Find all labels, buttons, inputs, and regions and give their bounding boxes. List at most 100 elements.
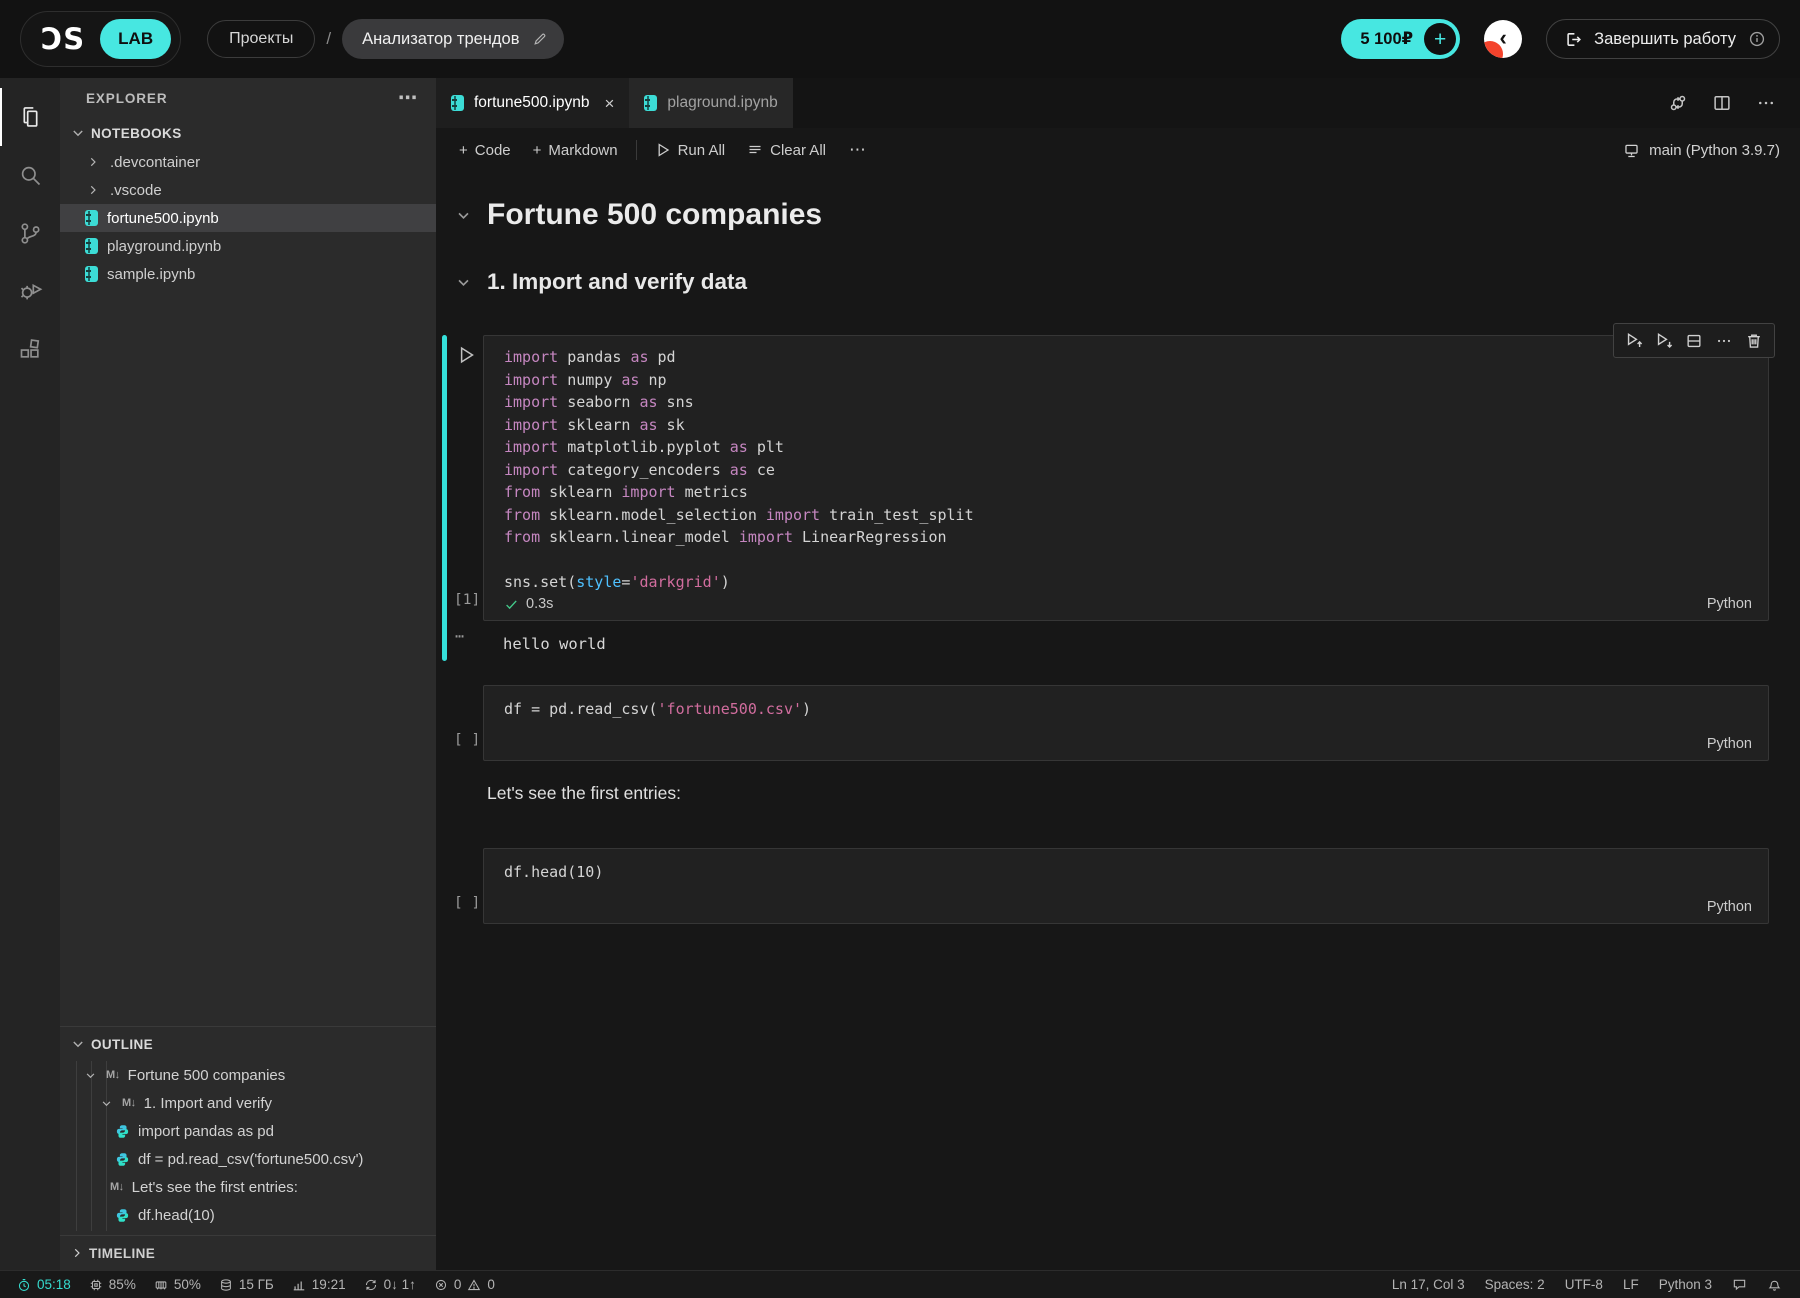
tab-plaground[interactable]: plaground.ipynb xyxy=(629,78,792,128)
outline-item-read-csv[interactable]: df = pd.read_csv('fortune500.csv') xyxy=(60,1145,436,1173)
markdown-heading-2: 1. Import and verify data xyxy=(483,268,1769,295)
cell-output: ⋯ hello world xyxy=(483,627,1769,661)
tab-fortune500[interactable]: fortune500.ipynb × xyxy=(436,78,629,128)
problems[interactable]: 0 0 xyxy=(425,1277,504,1292)
close-icon[interactable]: × xyxy=(604,95,614,112)
cell-status-row: Python xyxy=(504,733,1752,756)
collapse-chevron-icon[interactable] xyxy=(455,207,472,224)
avatar[interactable]: ‹ xyxy=(1484,20,1522,58)
language-mode[interactable]: Python 3 xyxy=(1649,1277,1722,1292)
cell-group-2: df = pd.read_csv('fortune500.csv') [ ] P… xyxy=(483,685,1769,761)
eol-sequence[interactable]: LF xyxy=(1613,1277,1649,1292)
activity-extensions[interactable] xyxy=(0,320,60,378)
chevron-right-icon xyxy=(85,155,101,169)
cell-language[interactable]: Python xyxy=(1707,733,1752,756)
section-notebooks[interactable]: NOTEBOOKS xyxy=(60,118,436,148)
outline-header[interactable]: OUTLINE xyxy=(60,1027,436,1061)
clear-all-label: Clear All xyxy=(770,142,826,159)
session-time-value: 05:18 xyxy=(37,1277,71,1292)
activity-run-debug[interactable] xyxy=(0,262,60,320)
run-all-button[interactable]: Run All xyxy=(644,136,737,165)
tree-item-label: sample.ipynb xyxy=(107,266,195,283)
cursor-position[interactable]: Ln 17, Col 3 xyxy=(1382,1277,1475,1292)
add-code-button[interactable]: + Code xyxy=(448,136,522,165)
outline-title: OUTLINE xyxy=(91,1037,153,1052)
split-editor-icon[interactable] xyxy=(1712,93,1732,113)
storage[interactable]: 15 ГБ xyxy=(210,1277,283,1292)
add-markdown-button[interactable]: + Markdown xyxy=(522,136,629,165)
sync-status[interactable]: 0↓ 1↑ xyxy=(355,1277,425,1292)
outline-item-fortune500[interactable]: M↓ Fortune 500 companies xyxy=(60,1061,436,1089)
activity-source-control[interactable] xyxy=(0,204,60,262)
status-bar: 05:18 85% 50% 15 ГБ 19:21 0↓ 1↑ 0 0 Ln 1… xyxy=(0,1270,1800,1298)
breadcrumb-separator: / xyxy=(326,29,331,49)
kernel-picker[interactable]: main (Python 3.9.7) xyxy=(1623,142,1800,159)
output-gutter-dots[interactable]: ⋯ xyxy=(455,627,465,645)
cell-language[interactable]: Python xyxy=(1707,896,1752,919)
split-cell-icon[interactable] xyxy=(1679,326,1709,355)
encoding[interactable]: UTF-8 xyxy=(1555,1277,1613,1292)
cpu-usage[interactable]: 85% xyxy=(80,1277,145,1292)
success-check-icon xyxy=(504,597,519,612)
timeline-header[interactable]: TIMELINE xyxy=(60,1235,436,1270)
tree-item-vscode[interactable]: .vscode xyxy=(60,176,436,204)
code-cell-1[interactable]: import pandas as pdimport numpy as npimp… xyxy=(483,335,1769,621)
plus-icon: + xyxy=(533,142,542,159)
add-funds-button[interactable]: + xyxy=(1424,23,1456,55)
toolbar-more-button[interactable]: ⋯ xyxy=(837,139,879,161)
more-actions-icon[interactable] xyxy=(1756,93,1776,113)
balance-pill[interactable]: 5 100₽ + xyxy=(1341,19,1460,59)
run-all-icon xyxy=(655,142,671,158)
clear-all-button[interactable]: Clear All xyxy=(736,136,837,165)
tree-item-playground[interactable]: playground.ipynb xyxy=(60,232,436,260)
end-session-button[interactable]: Завершить работу xyxy=(1546,19,1780,59)
tree-item-sample[interactable]: sample.ipynb xyxy=(60,260,436,288)
activity-explorer[interactable] xyxy=(0,88,60,146)
tree-item-devcontainer[interactable]: .devcontainer xyxy=(60,148,436,176)
run-cell-icon[interactable] xyxy=(456,345,476,365)
projects-button[interactable]: Проекты xyxy=(207,20,315,58)
activity-search[interactable] xyxy=(0,146,60,204)
collapse-chevron-icon[interactable] xyxy=(455,274,472,291)
balance-amount: 5 100₽ xyxy=(1360,29,1413,49)
markdown-symbol-icon: M↓ xyxy=(106,1069,120,1081)
edit-pencil-icon[interactable] xyxy=(532,31,548,47)
run-below-icon[interactable] xyxy=(1649,326,1679,355)
outline-item-import-pandas[interactable]: import pandas as pd xyxy=(60,1117,436,1145)
usage-chart[interactable]: 19:21 xyxy=(283,1277,355,1292)
run-above-icon[interactable] xyxy=(1619,326,1649,355)
cell-language[interactable]: Python xyxy=(1707,593,1752,616)
memory-usage[interactable]: 50% xyxy=(145,1277,210,1292)
notifications-bell-icon[interactable] xyxy=(1757,1277,1792,1292)
session-time[interactable]: 05:18 xyxy=(8,1277,80,1292)
code-editor[interactable]: import pandas as pdimport numpy as npimp… xyxy=(504,346,1768,594)
tree-item-fortune500[interactable]: fortune500.ipynb xyxy=(60,204,436,232)
indentation[interactable]: Spaces: 2 xyxy=(1475,1277,1555,1292)
code-cell-3[interactable]: df.head(10) [ ] Python xyxy=(483,848,1769,924)
selected-cell-bar xyxy=(442,335,447,661)
datasphere-logo[interactable]: ƆS LAB xyxy=(20,11,181,67)
notebook-file-icon xyxy=(644,95,657,111)
delete-cell-icon[interactable] xyxy=(1739,326,1769,355)
lab-badge: LAB xyxy=(100,19,171,59)
outline-rows: M↓ Fortune 500 companies M↓ 1. Import an… xyxy=(60,1061,436,1235)
open-changes-icon[interactable] xyxy=(1668,93,1688,113)
info-icon[interactable] xyxy=(1748,30,1766,48)
plus-icon: + xyxy=(1434,29,1446,50)
outline-item-df-head[interactable]: df.head(10) xyxy=(60,1201,436,1229)
project-name-pill[interactable]: Анализатор трендов xyxy=(342,19,564,59)
statusbar-right: Ln 17, Col 3 Spaces: 2 UTF-8 LF Python 3 xyxy=(1382,1277,1792,1292)
code-cell-2[interactable]: df = pd.read_csv('fortune500.csv') [ ] P… xyxy=(483,685,1769,761)
code-editor[interactable]: df = pd.read_csv('fortune500.csv') xyxy=(504,698,1768,721)
avatar-glyph: ‹ xyxy=(1499,27,1506,49)
outline-item-first-entries[interactable]: M↓ Let's see the first entries: xyxy=(60,1173,436,1201)
code-editor[interactable]: df.head(10) xyxy=(504,861,1768,884)
outline-item-label: 1. Import and verify xyxy=(144,1095,272,1112)
clear-all-icon xyxy=(747,142,763,158)
more-actions-icon[interactable] xyxy=(1709,326,1739,355)
usage-chart-value: 19:21 xyxy=(312,1277,346,1292)
explorer-more-actions[interactable]: ⋯ xyxy=(398,89,418,108)
errors-count: 0 xyxy=(454,1277,462,1292)
feedback-icon[interactable] xyxy=(1722,1277,1757,1292)
outline-item-import-verify[interactable]: M↓ 1. Import and verify xyxy=(60,1089,436,1117)
